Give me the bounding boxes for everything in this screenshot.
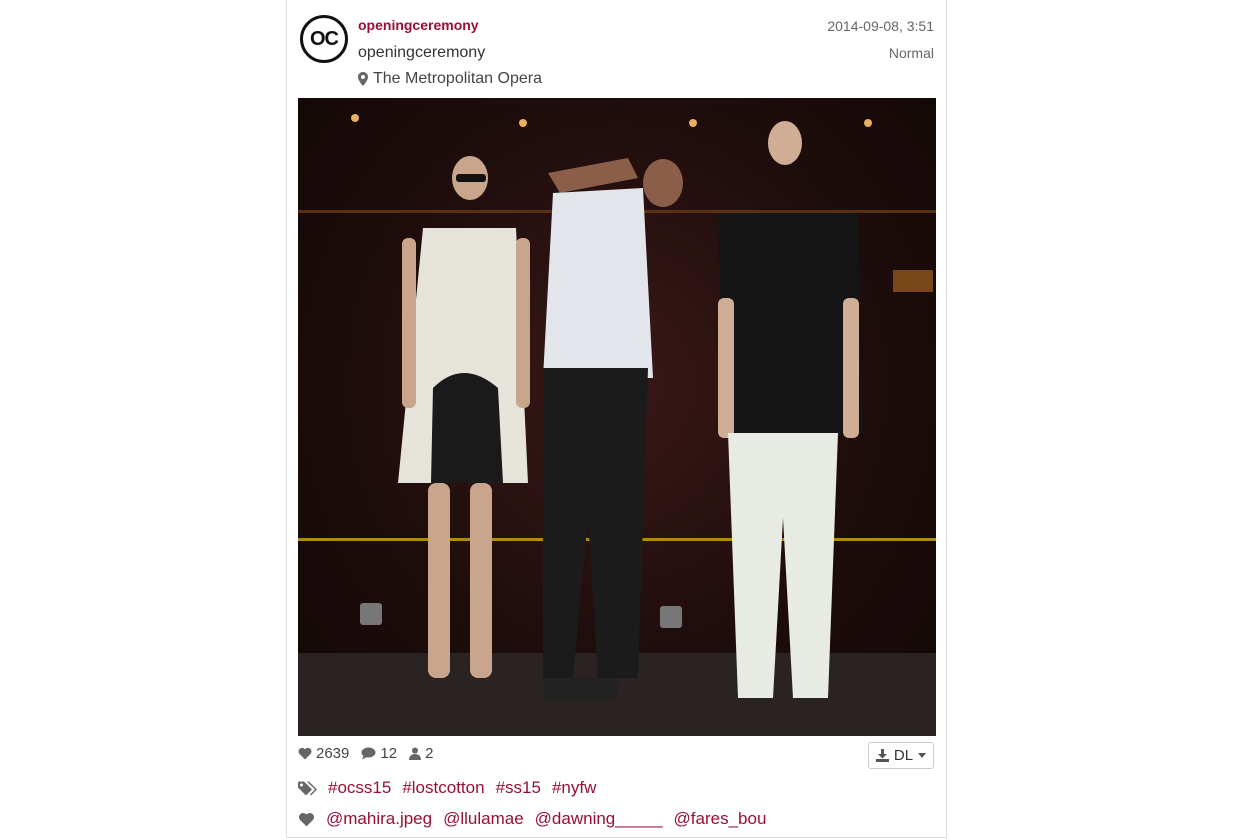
chevron-down-icon — [918, 753, 927, 758]
post-photo[interactable] — [298, 98, 936, 736]
comments-count[interactable]: 12 — [361, 745, 397, 762]
mention-link[interactable]: @dawning_____ — [535, 809, 663, 829]
full-name: openingceremony — [358, 44, 486, 61]
hashtag-link[interactable]: #lostcotton — [402, 778, 484, 798]
location-label: The Metropolitan Opera — [373, 70, 542, 87]
likes-count[interactable]: 2639 — [298, 745, 349, 762]
runway-photo-illustration — [298, 114, 936, 736]
username-link[interactable]: openingceremony — [358, 17, 479, 33]
avatar-text: OC — [310, 27, 339, 50]
users-count[interactable]: 2 — [409, 745, 433, 762]
map-marker-icon — [358, 72, 368, 86]
filter-label: Normal — [888, 45, 934, 61]
heart-icon — [298, 747, 312, 760]
mention-link[interactable]: @fares_bou — [674, 809, 767, 829]
post-date: 2014-09-08, 3:51 — [827, 18, 934, 34]
tags-icon — [298, 781, 317, 795]
hashtag-link[interactable]: #nyfw — [552, 778, 596, 798]
download-icon — [875, 749, 889, 762]
heart-icon — [298, 812, 315, 826]
avatar[interactable]: OC — [300, 15, 348, 63]
mention-link[interactable]: @llulamae — [443, 809, 524, 829]
location[interactable]: The Metropolitan Opera — [358, 70, 542, 88]
user-icon — [409, 747, 422, 760]
mention-link[interactable]: @mahira.jpeg — [326, 809, 432, 829]
users-value: 2 — [425, 745, 434, 762]
hashtag-link[interactable]: #ocss15 — [328, 778, 391, 798]
hashtag-link[interactable]: #ss15 — [496, 778, 541, 798]
download-button[interactable]: DL — [868, 742, 934, 769]
post-card: OC openingceremony openingceremony The M… — [286, 0, 947, 838]
mention-list: @mahira.jpeg @llulamae @dawning_____ @fa… — [298, 809, 766, 829]
hashtag-list: #ocss15 #lostcotton #ss15 #nyfw — [298, 778, 596, 798]
likes-value: 2639 — [316, 745, 350, 762]
download-label: DL — [893, 747, 914, 764]
post-stats: 2639 12 2 — [298, 745, 441, 762]
comment-icon — [361, 747, 376, 760]
comments-value: 12 — [380, 745, 398, 762]
